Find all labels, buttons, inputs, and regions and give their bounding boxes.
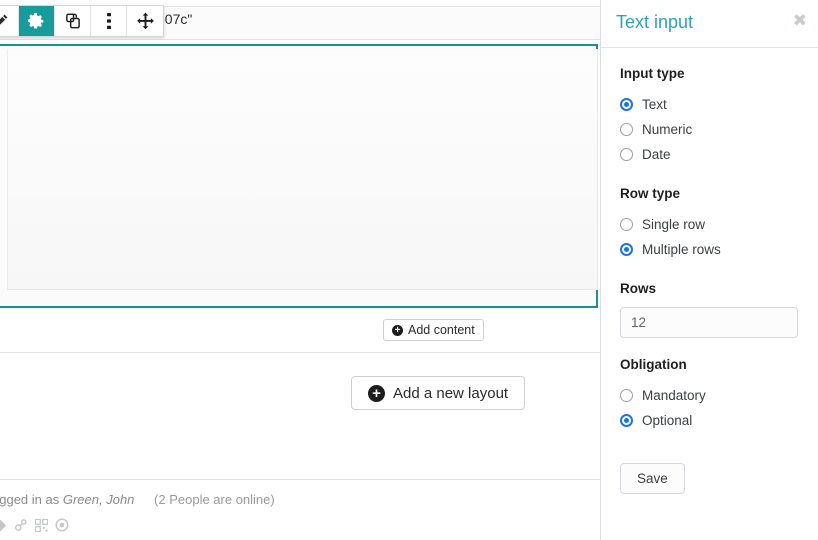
more-options-icon bbox=[106, 12, 112, 30]
radio-indicator bbox=[620, 148, 633, 161]
panel-body: Input type Text Numeric Date Row type Si… bbox=[601, 48, 818, 494]
add-layout-label: Add a new layout bbox=[393, 384, 509, 402]
radio-indicator bbox=[620, 389, 633, 402]
logged-in-user: Green, John bbox=[62, 492, 135, 507]
panel-header: Text input ✖ bbox=[601, 0, 818, 48]
input-type-group: Input type Text Numeric Date bbox=[620, 66, 799, 167]
row-type-group: Row type Single row Multiple rows bbox=[620, 186, 799, 262]
add-content-row: + Add content bbox=[0, 308, 600, 353]
radio-obligation-mandatory[interactable]: Mandatory bbox=[620, 383, 799, 408]
element-toolbar bbox=[0, 5, 164, 37]
move-icon bbox=[136, 12, 155, 31]
tag-icon[interactable] bbox=[0, 519, 7, 532]
radio-label: Text bbox=[642, 97, 667, 112]
footer-icon-bar bbox=[0, 518, 69, 532]
radio-input-type-text[interactable]: Text bbox=[620, 92, 799, 117]
add-new-layout-button[interactable]: + Add a new layout bbox=[351, 376, 526, 410]
input-type-label: Input type bbox=[620, 66, 685, 81]
footer: ogged in as Green, John (2 People are on… bbox=[0, 480, 600, 540]
edit-pencil-icon bbox=[0, 13, 9, 29]
settings-gear-icon bbox=[28, 12, 45, 30]
radio-input-type-numeric[interactable]: Numeric bbox=[620, 117, 799, 142]
obligation-group: Obligation Mandatory Optional bbox=[620, 357, 799, 433]
rows-group: Rows bbox=[620, 281, 799, 338]
save-button[interactable]: Save bbox=[620, 463, 685, 494]
text-input-settings-panel: Text input ✖ Input type Text Numeric Dat… bbox=[600, 0, 818, 540]
radio-label: Numeric bbox=[642, 122, 693, 137]
logged-in-prefix: ogged in as bbox=[0, 492, 60, 507]
target-icon[interactable] bbox=[55, 518, 69, 532]
radio-label: Single row bbox=[642, 217, 706, 232]
duplicate-button[interactable] bbox=[55, 6, 91, 36]
rows-input[interactable] bbox=[620, 307, 798, 338]
settings-gear-button[interactable] bbox=[19, 6, 55, 36]
radio-indicator bbox=[620, 98, 633, 111]
move-button[interactable] bbox=[127, 6, 163, 36]
radio-label: Mandatory bbox=[642, 388, 706, 403]
rows-label: Rows bbox=[620, 281, 657, 296]
add-content-button[interactable]: + Add content bbox=[383, 319, 484, 341]
radio-indicator bbox=[620, 414, 633, 427]
online-count: (2 People are online) bbox=[154, 492, 275, 507]
plus-circle-icon: + bbox=[392, 324, 403, 336]
login-status: ogged in as Green, John (2 People are on… bbox=[0, 492, 275, 507]
radio-indicator bbox=[620, 123, 633, 136]
radio-label: Optional bbox=[642, 413, 693, 428]
radio-row-type-multiple[interactable]: Multiple rows bbox=[620, 237, 799, 262]
obligation-label: Obligation bbox=[620, 357, 687, 372]
content-card-surface bbox=[7, 49, 598, 290]
panel-title: Text input bbox=[616, 12, 694, 32]
more-options-button[interactable] bbox=[91, 6, 127, 36]
editor-area: 507c" + Add content + Add a new layout g… bbox=[0, 0, 600, 540]
radio-label: Multiple rows bbox=[642, 242, 721, 257]
radio-indicator bbox=[620, 243, 633, 256]
radio-obligation-optional[interactable]: Optional bbox=[620, 408, 799, 433]
plus-circle-icon: + bbox=[368, 384, 385, 402]
layout-content-card[interactable] bbox=[0, 44, 598, 308]
duplicate-icon bbox=[64, 12, 82, 30]
row-type-label: Row type bbox=[620, 186, 681, 201]
edit-pencil-button[interactable] bbox=[0, 6, 19, 36]
radio-label: Date bbox=[642, 147, 671, 162]
add-content-label: Add content bbox=[408, 323, 475, 337]
link-icon[interactable] bbox=[14, 518, 28, 532]
qr-code-icon[interactable] bbox=[35, 518, 48, 532]
radio-row-type-single[interactable]: Single row bbox=[620, 212, 799, 237]
radio-input-type-date[interactable]: Date bbox=[620, 142, 799, 167]
radio-indicator bbox=[620, 218, 633, 231]
close-icon[interactable]: ✖ bbox=[793, 12, 807, 29]
